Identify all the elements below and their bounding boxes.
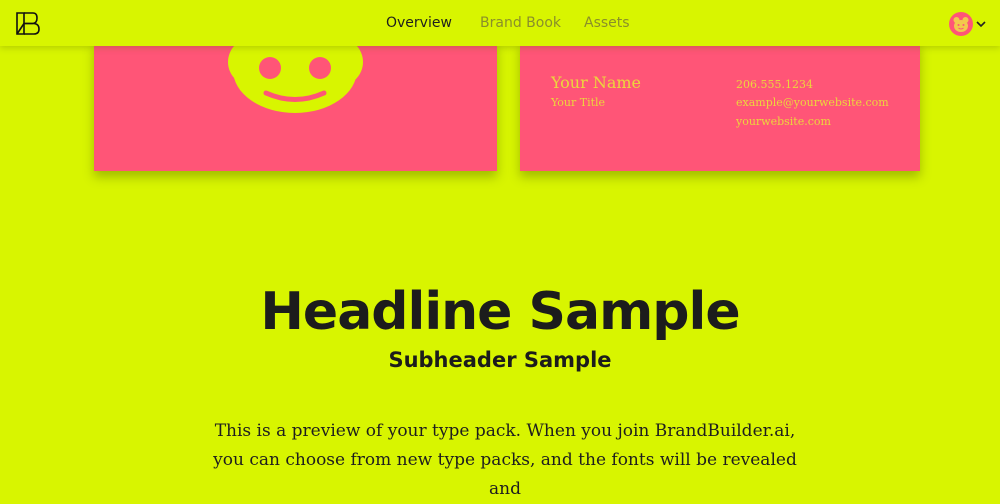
mascot-face-icon <box>228 40 363 113</box>
brand-logo-icon[interactable] <box>15 11 40 36</box>
nav-overview[interactable]: Overview <box>386 15 452 31</box>
nav-brand-book[interactable]: Brand Book <box>480 15 561 31</box>
avatar-mascot-icon <box>953 17 969 32</box>
body-sample-text: This is a preview of your type pack. Whe… <box>213 421 797 499</box>
subheader-sample: Subheader Sample <box>388 348 612 372</box>
headline-sample: Headline Sample <box>260 282 740 342</box>
business-card-back: Your Name Your Title 206.555.1234 exampl… <box>520 40 920 171</box>
card-title: Your Title <box>551 96 606 109</box>
nav-assets[interactable]: Assets <box>584 15 630 31</box>
card-phone: 206.555.1234 <box>736 78 813 91</box>
card-name: Your Name <box>551 73 642 92</box>
top-navigation-bar: Overview Brand Book Assets <box>0 0 1000 46</box>
card-email: example@yourwebsite.com <box>736 96 889 109</box>
chevron-down-icon[interactable] <box>976 20 986 28</box>
card-website: yourwebsite.com <box>736 115 831 128</box>
business-card-front <box>94 40 497 171</box>
user-avatar[interactable] <box>949 12 973 36</box>
